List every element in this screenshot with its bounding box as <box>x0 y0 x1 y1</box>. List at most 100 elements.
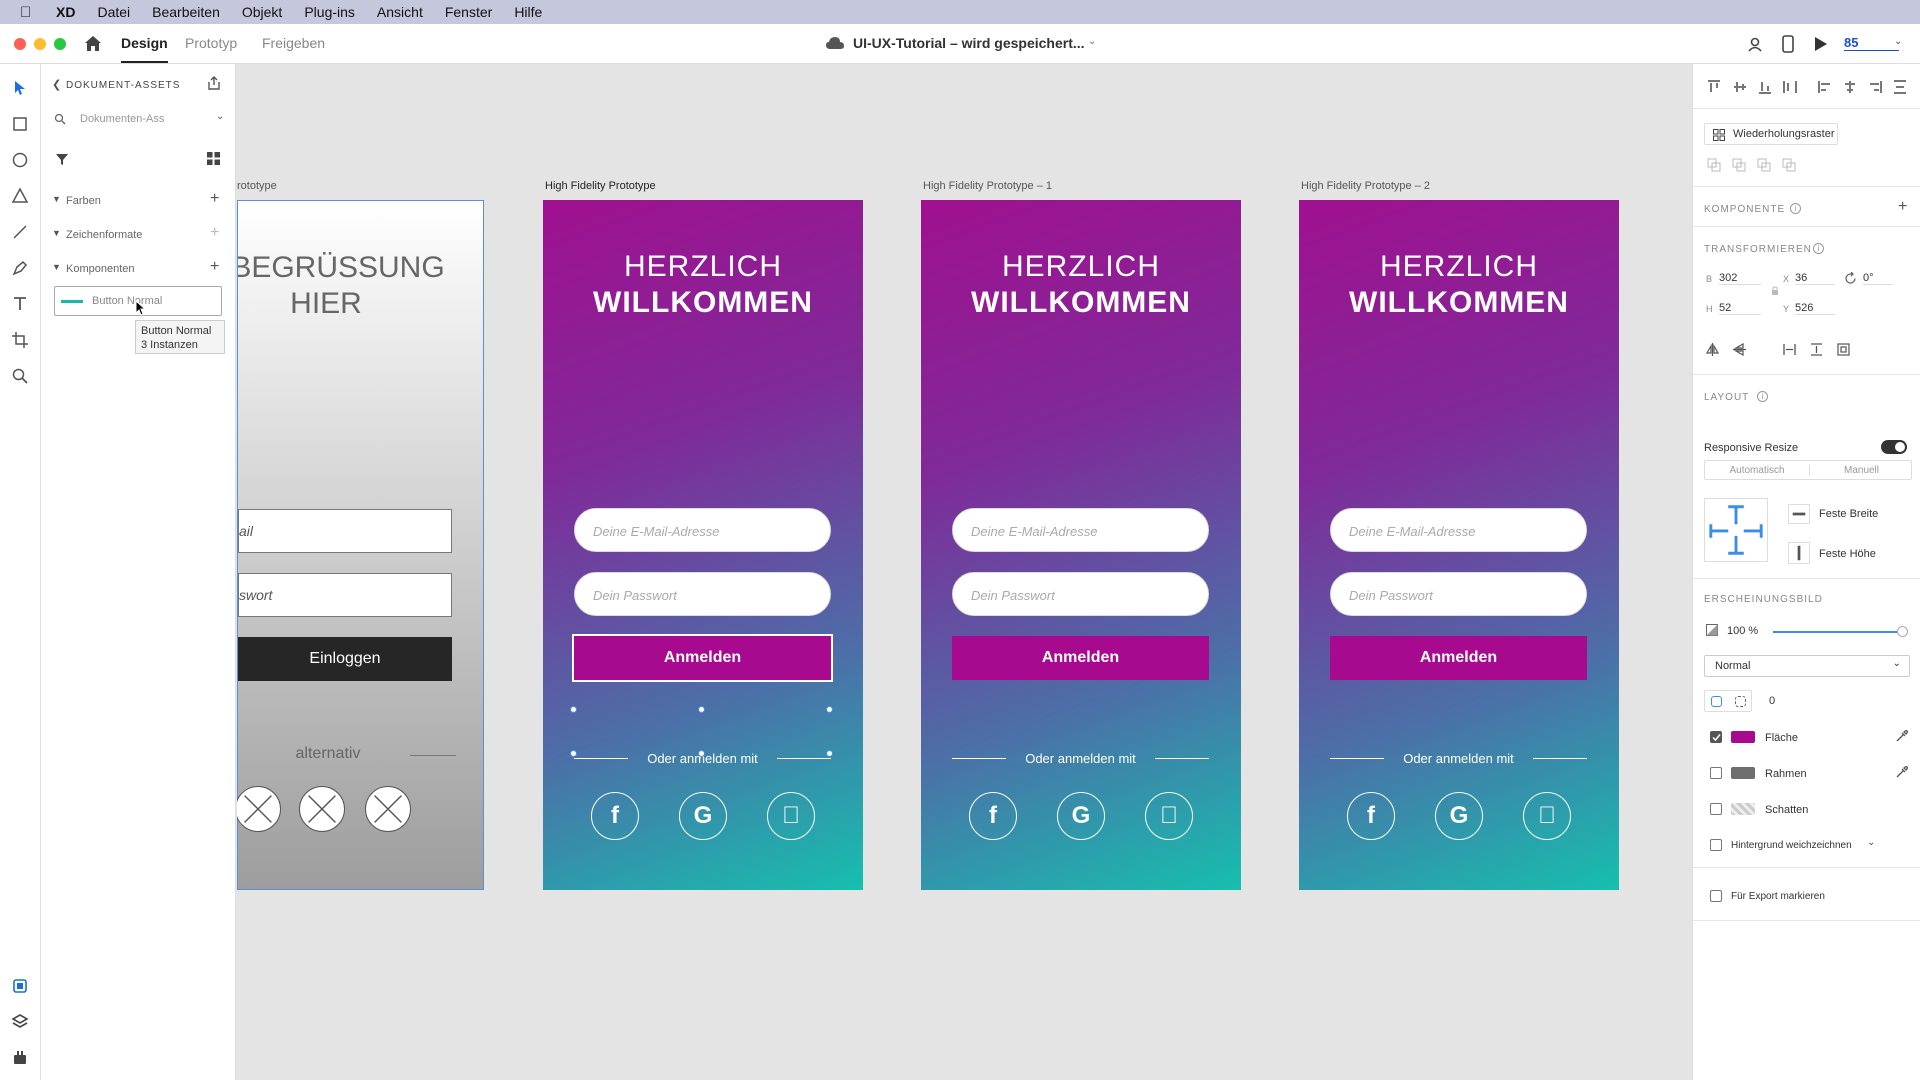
email-input[interactable]: Deine E-Mail-Adresse <box>952 508 1209 552</box>
artboard-tool-icon[interactable] <box>10 330 30 350</box>
background-blur-checkbox[interactable] <box>1710 839 1722 851</box>
opacity-input[interactable]: 100 % <box>1727 625 1758 637</box>
layers-icon[interactable] <box>10 1012 30 1032</box>
y-input[interactable]: 526 <box>1795 302 1835 315</box>
ellipse-tool-icon[interactable] <box>10 150 30 170</box>
add-component-icon[interactable]: + <box>210 258 219 276</box>
google-icon[interactable]: G <box>1435 792 1483 840</box>
section-chevron-icon[interactable]: ▼ <box>52 194 61 204</box>
select-tool-icon[interactable] <box>10 78 30 98</box>
close-window-button[interactable] <box>14 38 26 50</box>
canvas[interactable]: rototype High Fidelity Prototype High Fi… <box>237 64 1692 1080</box>
rotation-input[interactable]: 0° <box>1863 272 1893 285</box>
tab-design[interactable]: Design <box>121 35 168 63</box>
search-chevron-icon[interactable]: ⌄ <box>216 111 224 122</box>
constraints-widget-icon[interactable] <box>1704 498 1768 562</box>
artboard-label-hifi-2[interactable]: High Fidelity Prototype – 2 <box>1301 180 1430 192</box>
assets-search[interactable]: Dokumenten-Ass ⌄ <box>50 108 226 130</box>
section-farben[interactable]: Farben <box>66 195 101 207</box>
rotate-icon[interactable] <box>1844 272 1857 285</box>
facebook-icon[interactable]: f <box>969 792 1017 840</box>
distribute-h-icon[interactable] <box>1783 343 1796 356</box>
section-komponenten[interactable]: Komponenten <box>66 263 135 275</box>
selection-handle[interactable] <box>570 706 577 713</box>
filter-icon[interactable] <box>55 152 69 166</box>
grid-view-icon[interactable] <box>207 152 220 165</box>
menu-app[interactable]: XD <box>56 4 75 20</box>
distribute-vertical-icon[interactable] <box>1893 80 1907 94</box>
wireframe-password-input[interactable]: swort <box>238 573 452 617</box>
artboard-label-hifi[interactable]: High Fidelity Prototype <box>545 180 656 192</box>
add-color-icon[interactable]: + <box>210 190 219 208</box>
x-input[interactable]: 36 <box>1795 272 1835 285</box>
corner-all-icon[interactable] <box>1711 696 1722 707</box>
align-right-icon[interactable] <box>1868 80 1882 94</box>
menu-plugins[interactable]: Plug-ins <box>304 4 355 20</box>
google-icon[interactable]: G <box>1057 792 1105 840</box>
eyedropper-icon[interactable] <box>1895 730 1908 743</box>
apple-icon[interactable]:  <box>20 4 40 21</box>
lock-aspect-icon[interactable] <box>1771 286 1779 296</box>
password-input[interactable]: Dein Passwort <box>1330 572 1587 616</box>
resize-auto-option[interactable]: Automatisch <box>1705 465 1809 476</box>
pen-tool-icon[interactable] <box>10 258 30 278</box>
corner-radius-input[interactable]: 0 <box>1769 695 1775 707</box>
artboard-wireframe[interactable]: BEGRÜSSUNG HIER ail swort Einloggen alte… <box>237 200 484 890</box>
info-icon[interactable]: i <box>1790 203 1801 214</box>
menu-objekt[interactable]: Objekt <box>242 4 282 20</box>
apple-icon[interactable]:  <box>1523 792 1571 840</box>
zoom-input[interactable]: 85 <box>1844 35 1899 51</box>
anmelden-button[interactable]: Anmelden <box>1330 636 1587 680</box>
assets-panel-icon[interactable] <box>10 976 30 996</box>
wireframe-login-button[interactable]: Einloggen <box>238 637 452 681</box>
border-color-swatch[interactable] <box>1731 767 1755 779</box>
corner-mode-toggle[interactable] <box>1704 690 1752 712</box>
text-tool-icon[interactable] <box>10 294 30 314</box>
menu-ansicht[interactable]: Ansicht <box>377 4 423 20</box>
align-middle-icon[interactable] <box>1733 80 1747 94</box>
home-icon[interactable] <box>84 35 102 52</box>
back-chevron-icon[interactable]: ❮ <box>52 78 61 91</box>
section-zeichenformate[interactable]: Zeichenformate <box>66 229 142 241</box>
menu-fenster[interactable]: Fenster <box>445 4 492 20</box>
fill-checkbox[interactable] <box>1710 731 1722 743</box>
menu-hilfe[interactable]: Hilfe <box>514 4 542 20</box>
minimize-window-button[interactable] <box>34 38 46 50</box>
user-icon[interactable] <box>1747 36 1763 52</box>
zoom-window-button[interactable] <box>54 38 66 50</box>
add-charstyle-icon[interactable]: + <box>210 224 219 242</box>
facebook-icon[interactable]: f <box>1347 792 1395 840</box>
eyedropper-icon[interactable] <box>1895 766 1908 779</box>
search-input[interactable]: Dokumenten-Ass <box>80 113 164 125</box>
artboard-hifi-1[interactable]: HERZLICH WILLKOMMEN Deine E-Mail-Adresse… <box>921 200 1241 890</box>
boolean-subtract-icon[interactable] <box>1732 158 1746 172</box>
repeat-grid-button[interactable]: Wiederholungsraster <box>1704 123 1838 145</box>
align-top-icon[interactable] <box>1707 80 1721 94</box>
tab-freigeben[interactable]: Freigeben <box>262 35 325 51</box>
email-input[interactable]: Deine E-Mail-Adresse <box>1330 508 1587 552</box>
rectangle-tool-icon[interactable] <box>10 114 30 134</box>
menu-bearbeiten[interactable]: Bearbeiten <box>152 4 220 20</box>
email-input[interactable]: Deine E-Mail-Adresse <box>574 508 831 552</box>
fill-color-swatch[interactable] <box>1731 731 1755 743</box>
shadow-checkbox[interactable] <box>1710 803 1722 815</box>
add-component-state-icon[interactable]: + <box>1898 198 1907 216</box>
fixed-width-icon[interactable] <box>1788 504 1810 524</box>
zoom-chevron-icon[interactable]: ⌄ <box>1894 36 1902 47</box>
corner-individual-icon[interactable] <box>1735 696 1746 707</box>
align-center-icon[interactable] <box>1843 80 1857 94</box>
play-icon[interactable] <box>1814 36 1828 52</box>
apple-icon[interactable]:  <box>1145 792 1193 840</box>
section-chevron-icon[interactable]: ▼ <box>52 228 61 238</box>
tab-prototyp[interactable]: Prototyp <box>185 35 237 51</box>
width-input[interactable]: 302 <box>1719 272 1761 285</box>
resize-manual-option[interactable]: Manuell <box>1809 465 1913 476</box>
apple-icon[interactable]:  <box>767 792 815 840</box>
plugins-icon[interactable] <box>10 1048 30 1068</box>
artboard-label-hifi-1[interactable]: High Fidelity Prototype – 1 <box>923 180 1052 192</box>
artboard-hifi-2[interactable]: HERZLICH WILLKOMMEN Deine E-Mail-Adresse… <box>1299 200 1619 890</box>
fixed-height-icon[interactable] <box>1788 542 1810 564</box>
padding-icon[interactable] <box>1837 343 1850 356</box>
zoom-tool-icon[interactable] <box>10 366 30 386</box>
line-tool-icon[interactable] <box>10 222 30 242</box>
